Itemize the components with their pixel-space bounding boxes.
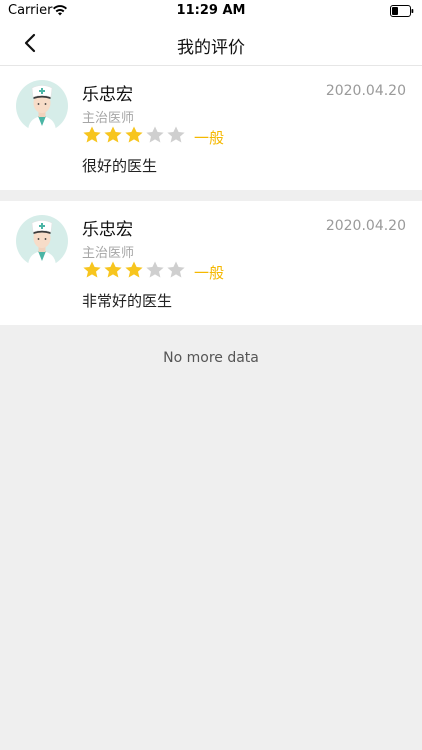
doctor-avatar: [16, 80, 68, 132]
page-title: 我的评价: [177, 38, 245, 58]
rating-label: 一般: [194, 264, 225, 282]
doctor-avatar: [16, 215, 68, 267]
review-card[interactable]: 乐忠宏 2020.04.20 主治医师 一般 非常好的医生: [0, 201, 422, 325]
star-filled-icon: [125, 126, 143, 143]
battery-icon: [390, 5, 414, 17]
doctor-title: 主治医师: [82, 246, 135, 261]
doctor-name: 乐忠宏: [82, 220, 133, 240]
star-rating: [82, 125, 187, 145]
review-date: 2020.04.20: [325, 83, 406, 99]
star-filled-icon: [83, 261, 101, 278]
review-comment: 非常好的医生: [82, 292, 173, 310]
star-empty-icon: [167, 261, 185, 278]
star-empty-icon: [146, 126, 164, 143]
review-list: 乐忠宏 2020.04.20 主治医师 一般 很好的医生 乐忠宏 2020.04…: [0, 66, 422, 325]
star-filled-icon: [83, 126, 101, 143]
review-card[interactable]: 乐忠宏 2020.04.20 主治医师 一般 很好的医生: [0, 66, 422, 190]
no-more-data-label: No more data: [163, 350, 259, 366]
star-empty-icon: [146, 261, 164, 278]
review-comment: 很好的医生: [82, 157, 158, 175]
star-rating: [82, 260, 187, 280]
doctor-name: 乐忠宏: [82, 85, 133, 105]
review-date: 2020.04.20: [325, 218, 406, 234]
star-filled-icon: [104, 261, 122, 278]
rating-label: 一般: [194, 129, 225, 147]
star-empty-icon: [167, 126, 185, 143]
status-bar: Carrier 11:29 AM: [0, 0, 422, 22]
star-filled-icon: [104, 126, 122, 143]
navigation-bar: 我的评价: [0, 22, 422, 66]
doctor-title: 主治医师: [82, 111, 135, 126]
status-time: 11:29 AM: [176, 3, 246, 18]
star-filled-icon: [125, 261, 143, 278]
